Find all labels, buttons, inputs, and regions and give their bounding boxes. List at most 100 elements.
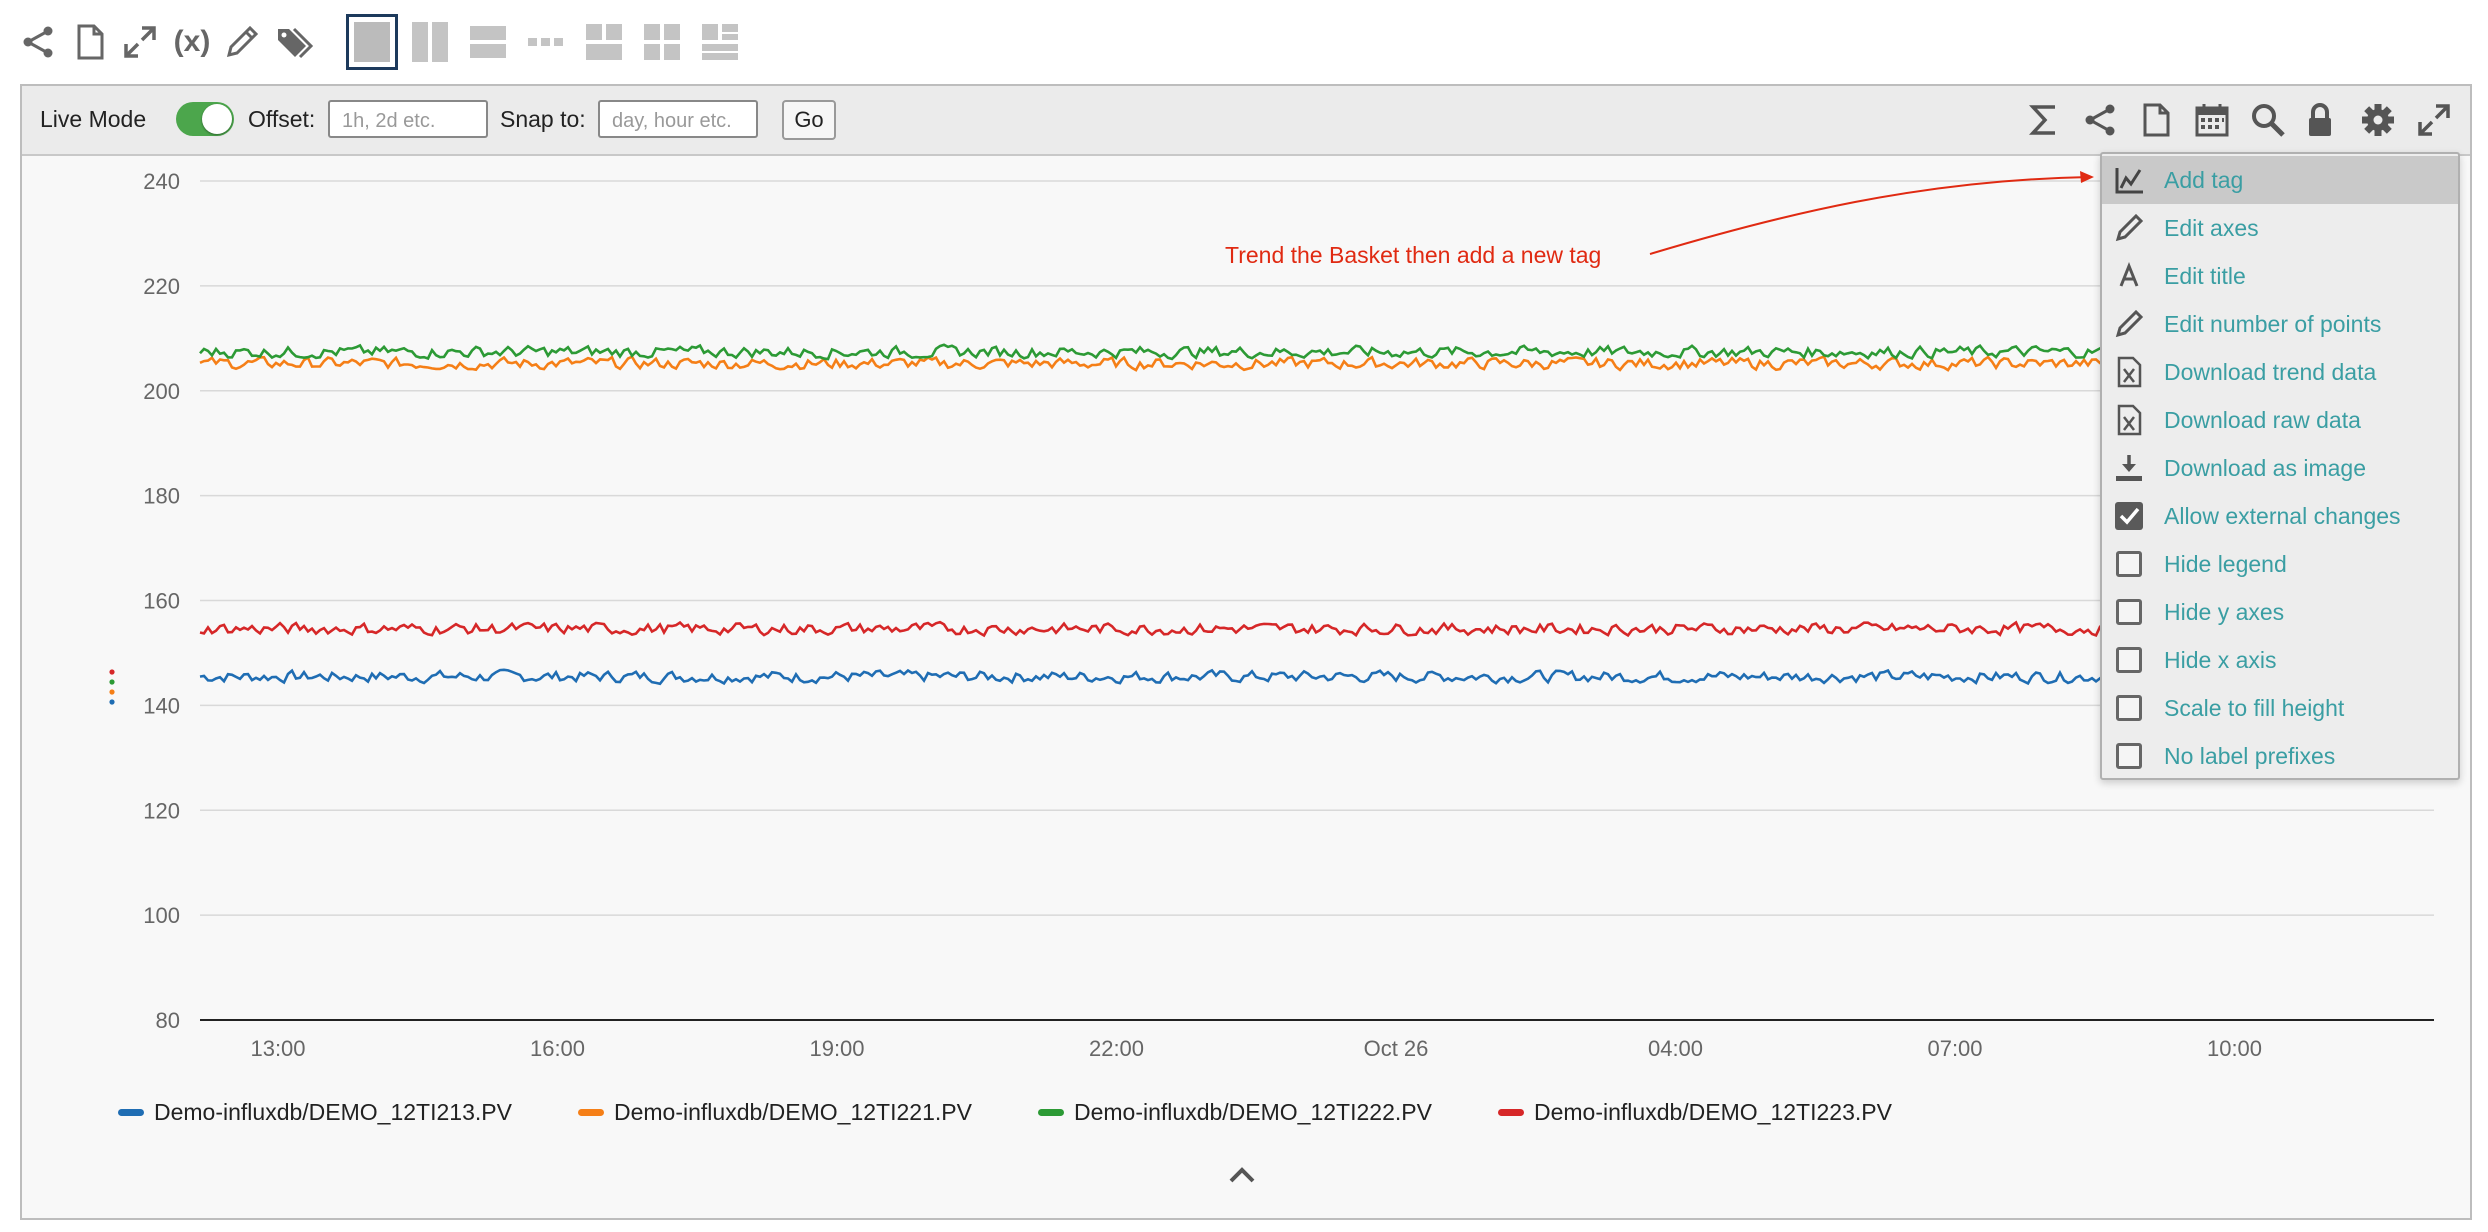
menu-label: No label prefixes (2164, 742, 2336, 769)
legend-swatch (578, 1108, 604, 1116)
variables-label: (x) (173, 25, 211, 58)
legend-swatch (1498, 1108, 1524, 1116)
y-tick-label: 160 (143, 589, 180, 614)
toggle-knob (202, 104, 232, 134)
snap-input[interactable]: day, hour etc. (598, 100, 758, 138)
variables-icon[interactable]: (x) (168, 18, 216, 66)
gear-icon[interactable] (2356, 98, 2400, 142)
y-tick-label: 120 (143, 798, 180, 823)
legend-label: Demo-influxdb/DEMO_12TI221.PV (614, 1098, 972, 1125)
x-tick-label: 19:00 (809, 1036, 864, 1061)
menu-item-hide-legend[interactable]: Hide legend (2102, 540, 2458, 588)
share-icon[interactable] (2078, 98, 2122, 142)
menu-item-hide-x-axis[interactable]: Hide x axis (2102, 636, 2458, 684)
menu-item-edit-number-of-points[interactable]: Edit number of points (2102, 300, 2458, 348)
snap-label: Snap to: (500, 106, 586, 132)
live-mode-label: Live Mode (40, 106, 147, 132)
checkbox-icon (2112, 643, 2146, 677)
menu-item-scale-to-fill-height[interactable]: Scale to fill height (2102, 684, 2458, 732)
chart-line-icon (2112, 163, 2146, 197)
menu-label: Hide x axis (2164, 646, 2277, 673)
y-tick-label: 200 (143, 379, 180, 404)
legend-label: Demo-influxdb/DEMO_12TI223.PV (1534, 1098, 1892, 1125)
new-document-icon[interactable] (66, 18, 114, 66)
menu-label: Edit number of points (2164, 310, 2382, 337)
y-tick-label: 100 (143, 903, 180, 928)
chart-options-menu: Add tag Edit axes Edit title Edit number… (2100, 152, 2460, 780)
menu-item-download-trend-data[interactable]: Download trend data (2102, 348, 2458, 396)
x-tick-label: 22:00 (1089, 1036, 1144, 1061)
document-icon[interactable] (2134, 98, 2178, 142)
menu-label: Download raw data (2164, 406, 2361, 433)
x-tick-label: Oct 26 (1364, 1036, 1429, 1061)
grid-2x2-layout-icon[interactable] (584, 20, 624, 64)
single-layout-icon[interactable] (346, 14, 398, 70)
legend-label: Demo-influxdb/DEMO_12TI213.PV (154, 1098, 512, 1125)
legend-swatch (118, 1108, 144, 1116)
checkbox-icon (2112, 547, 2146, 581)
menu-item-add-tag[interactable]: Add tag (2102, 156, 2458, 204)
two-rows-layout-icon[interactable] (468, 20, 508, 64)
menu-item-edit-axes[interactable]: Edit axes (2102, 204, 2458, 252)
legend-item[interactable]: Demo-influxdb/DEMO_12TI213.PV (118, 1094, 512, 1130)
legend-label: Demo-influxdb/DEMO_12TI222.PV (1074, 1098, 1432, 1125)
menu-item-edit-title[interactable]: Edit title (2102, 252, 2458, 300)
top-toolbar: (x) (0, 0, 2488, 84)
menu-label: Download trend data (2164, 358, 2377, 385)
two-columns-layout-icon[interactable] (410, 20, 450, 64)
trend-controls-bar: Live Mode Offset: 1h, 2d etc. Snap to: d… (22, 86, 2470, 156)
fullscreen-icon[interactable] (2412, 98, 2456, 142)
lock-icon[interactable] (2298, 98, 2342, 142)
calendar-icon[interactable] (2190, 98, 2234, 142)
tags-icon[interactable] (270, 18, 318, 66)
y-axis-selector-dots[interactable] (109, 668, 115, 708)
series-line (199, 668, 2105, 686)
x-tick-label: 16:00 (530, 1036, 585, 1061)
menu-item-no-label-prefixes[interactable]: No label prefixes (2102, 732, 2458, 780)
series-line (199, 343, 2105, 361)
checkbox-icon (2112, 595, 2146, 629)
legend-item[interactable]: Demo-influxdb/DEMO_12TI221.PV (578, 1094, 972, 1130)
y-tick-label: 80 (156, 1008, 180, 1033)
edit-pencil-icon[interactable] (218, 18, 266, 66)
font-icon (2112, 259, 2146, 293)
menu-item-hide-y-axes[interactable]: Hide y axes (2102, 588, 2458, 636)
search-icon[interactable] (2246, 98, 2290, 142)
menu-label: Edit axes (2164, 214, 2259, 241)
menu-item-download-raw-data[interactable]: Download raw data (2102, 396, 2458, 444)
y-tick-label: 220 (143, 274, 180, 299)
y-tick-label: 240 (143, 169, 180, 194)
offset-label: Offset: (248, 106, 316, 132)
legend-swatch (1038, 1108, 1064, 1116)
menu-item-download-as-image[interactable]: Download as image (2102, 444, 2458, 492)
legend-item[interactable]: Demo-influxdb/DEMO_12TI223.PV (1498, 1094, 1892, 1130)
menu-label: Download as image (2164, 454, 2367, 481)
menu-label: Hide y axes (2164, 598, 2285, 625)
pencil-icon (2112, 307, 2146, 341)
live-mode-toggle[interactable] (176, 102, 234, 136)
go-button[interactable]: Go (782, 100, 836, 140)
excel-file-icon (2112, 403, 2146, 437)
excel-file-icon (2112, 355, 2146, 389)
checkbox-icon (2112, 739, 2146, 773)
x-tick-label: 07:00 (1927, 1036, 1982, 1061)
menu-label: Add tag (2164, 166, 2244, 193)
grid-alt-layout-icon[interactable] (642, 20, 682, 64)
series-line (199, 620, 2105, 638)
x-tick-label: 13:00 (250, 1036, 305, 1061)
grid-mixed-layout-icon[interactable] (700, 20, 740, 64)
collapse-chevron-icon[interactable] (1227, 1164, 1257, 1186)
legend-item[interactable]: Demo-influxdb/DEMO_12TI222.PV (1038, 1094, 1432, 1130)
x-tick-label: 10:00 (2207, 1036, 2262, 1061)
offset-input[interactable]: 1h, 2d etc. (328, 100, 488, 138)
y-tick-label: 180 (143, 484, 180, 509)
checkbox-checked-icon (2112, 499, 2146, 533)
menu-label: Allow external changes (2164, 502, 2401, 529)
sum-icon[interactable] (2022, 98, 2066, 142)
menu-label: Scale to fill height (2164, 694, 2345, 721)
menu-item-allow-external-changes[interactable]: Allow external changes (2102, 492, 2458, 540)
strip-layout-icon[interactable] (526, 20, 566, 64)
checkbox-icon (2112, 691, 2146, 725)
share-icon[interactable] (14, 18, 62, 66)
expand-icon[interactable] (116, 18, 164, 66)
